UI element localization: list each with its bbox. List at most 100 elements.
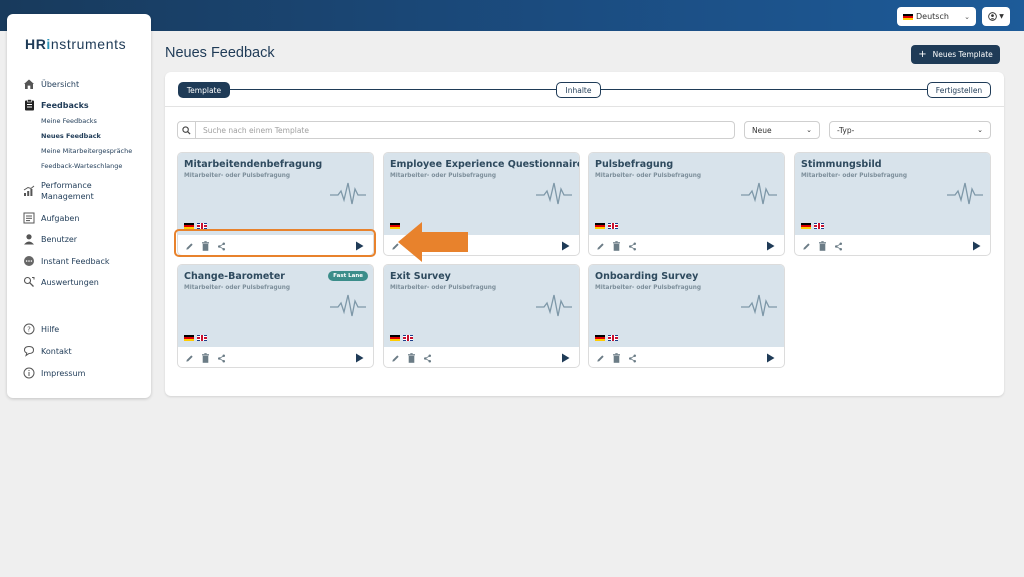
edit-icon[interactable] <box>184 353 195 364</box>
template-card[interactable]: Change-Barometer Mitarbeiter- oder Pulsbe… <box>177 264 374 368</box>
analytics-icon <box>22 275 36 289</box>
share-icon[interactable] <box>627 241 638 252</box>
trash-icon[interactable] <box>611 353 622 364</box>
trash-icon[interactable] <box>200 353 211 364</box>
card-header[interactable]: Change-Barometer Mitarbeiter- oder Pulsbe… <box>178 265 373 347</box>
share-icon[interactable] <box>422 353 433 364</box>
template-card[interactable]: Stimmungsbild Mitarbeiter- oder Pulsbefra… <box>794 152 991 256</box>
type-select[interactable]: -Typ- ⌄ <box>829 121 991 139</box>
sidebar-item-hilfe[interactable]: ? Hilfe <box>22 322 147 336</box>
german-flag-icon <box>595 223 605 229</box>
uk-flag-icon <box>814 223 824 229</box>
sidebar-item-label: Instant Feedback <box>41 256 110 266</box>
card-actions <box>589 347 784 367</box>
sidebar-item-label: Impressum <box>41 368 86 378</box>
card-header[interactable]: Pulsbefragung Mitarbeiter- oder Pulsbefra… <box>589 153 784 235</box>
user-circle-icon <box>988 12 998 21</box>
template-card[interactable]: Pulsbefragung Mitarbeiter- oder Pulsbefra… <box>588 152 785 256</box>
template-card[interactable]: Exit Survey Mitarbeiter- oder Pulsbefragu… <box>383 264 580 368</box>
pulse-wave-icon <box>330 180 366 210</box>
play-icon[interactable] <box>354 353 365 364</box>
trash-icon[interactable] <box>611 241 622 252</box>
share-icon[interactable] <box>216 353 227 364</box>
edit-icon[interactable] <box>595 241 606 252</box>
card-actions <box>589 235 784 255</box>
divider <box>165 106 1004 107</box>
search-input[interactable] <box>196 125 726 135</box>
chevron-down-icon: ⌄ <box>964 12 970 21</box>
german-flag-icon <box>595 335 605 341</box>
trash-icon[interactable] <box>817 241 828 252</box>
card-actions <box>795 235 990 255</box>
card-header[interactable]: Exit Survey Mitarbeiter- oder Pulsbefragu… <box>384 265 579 347</box>
template-card[interactable]: Onboarding Survey Mitarbeiter- oder Pulsb… <box>588 264 785 368</box>
step-template[interactable]: Template <box>178 82 230 98</box>
sidebar-item-instant-feedback[interactable]: Instant Feedback <box>22 254 147 268</box>
card-subtitle: Mitarbeiter- oder Pulsbefragung <box>390 173 497 179</box>
play-icon[interactable] <box>971 241 982 252</box>
caret-down-icon: ▼ <box>999 13 1004 20</box>
logo: HRinstruments <box>25 36 127 52</box>
subnav-feedback-warteschlange[interactable]: Feedback-Warteschlange <box>41 162 122 170</box>
sidebar-item-feedbacks[interactable]: Feedbacks <box>22 98 147 112</box>
user-icon <box>22 232 36 246</box>
sidebar-item-label: Kontakt <box>41 346 72 356</box>
new-template-button[interactable]: + Neues Template <box>911 45 1000 64</box>
sidebar-item-label: Auswertungen <box>41 277 99 287</box>
step-inhalte[interactable]: Inhalte <box>556 82 601 98</box>
uk-flag-icon <box>608 223 618 229</box>
card-title: Mitarbeitendenbefragung <box>184 159 323 170</box>
step-fertigstellen[interactable]: Fertigstellen <box>927 82 991 98</box>
subnav-neues-feedback[interactable]: Neues Feedback <box>41 132 101 140</box>
sidebar-item-aufgaben[interactable]: Aufgaben <box>22 211 147 225</box>
contact-icon <box>22 344 36 358</box>
card-header[interactable]: Mitarbeitendenbefragung Mitarbeiter- oder… <box>178 153 373 235</box>
card-title: Exit Survey <box>390 271 451 282</box>
uk-flag-icon <box>197 335 207 341</box>
share-icon[interactable] <box>627 353 638 364</box>
uk-flag-icon <box>403 335 413 341</box>
sidebar-item-uebersicht[interactable]: Übersicht <box>22 77 147 91</box>
share-icon[interactable] <box>833 241 844 252</box>
trash-icon[interactable] <box>406 353 417 364</box>
edit-icon[interactable] <box>595 353 606 364</box>
card-subtitle: Mitarbeiter- oder Pulsbefragung <box>390 285 497 291</box>
clipboard-icon <box>22 98 36 112</box>
card-header[interactable]: Stimmungsbild Mitarbeiter- oder Pulsbefra… <box>795 153 990 235</box>
tasks-icon <box>22 211 36 225</box>
play-icon[interactable] <box>560 241 571 252</box>
card-header[interactable]: Onboarding Survey Mitarbeiter- oder Pulsb… <box>589 265 784 347</box>
card-subtitle: Mitarbeiter- oder Pulsbefragung <box>184 285 291 291</box>
language-select[interactable]: Deutsch ⌄ <box>897 7 976 26</box>
play-icon[interactable] <box>765 353 776 364</box>
chat-icon <box>22 254 36 268</box>
svg-text:?: ? <box>27 326 31 334</box>
card-title: Onboarding Survey <box>595 271 699 282</box>
play-icon[interactable] <box>560 353 571 364</box>
subnav-meine-feedbacks[interactable]: Meine Feedbacks <box>41 117 97 125</box>
card-title: Change-Barometer <box>184 271 285 282</box>
card-actions <box>384 347 579 367</box>
chevron-down-icon: ⌄ <box>977 126 983 134</box>
pulse-wave-icon <box>741 292 777 322</box>
sidebar-item-label: Übersicht <box>41 79 80 89</box>
sidebar-item-label: Feedbacks <box>41 100 89 110</box>
subnav-mitarbeitergespraeche[interactable]: Meine Mitarbeitergespräche <box>41 147 132 155</box>
card-title: Stimmungsbild <box>801 159 882 170</box>
pulse-wave-icon <box>536 292 572 322</box>
uk-flag-icon <box>608 335 618 341</box>
play-icon[interactable] <box>765 241 776 252</box>
edit-icon[interactable] <box>801 241 812 252</box>
sidebar-item-impressum[interactable]: Impressum <box>22 366 147 380</box>
edit-icon[interactable] <box>390 353 401 364</box>
card-subtitle: Mitarbeiter- oder Pulsbefragung <box>595 173 702 179</box>
new-template-label: Neues Template <box>932 50 993 59</box>
sort-select[interactable]: Neue ⌄ <box>744 121 820 139</box>
sidebar-item-performance[interactable]: Performance Management <box>22 180 147 202</box>
page-title: Neues Feedback <box>165 45 275 61</box>
sidebar-item-label: Performance Management <box>41 181 94 201</box>
sidebar-item-kontakt[interactable]: Kontakt <box>22 344 147 358</box>
sidebar-item-auswertungen[interactable]: Auswertungen <box>22 275 147 289</box>
sidebar-item-benutzer[interactable]: Benutzer <box>22 232 147 246</box>
user-menu-button[interactable]: ▼ <box>982 7 1010 26</box>
